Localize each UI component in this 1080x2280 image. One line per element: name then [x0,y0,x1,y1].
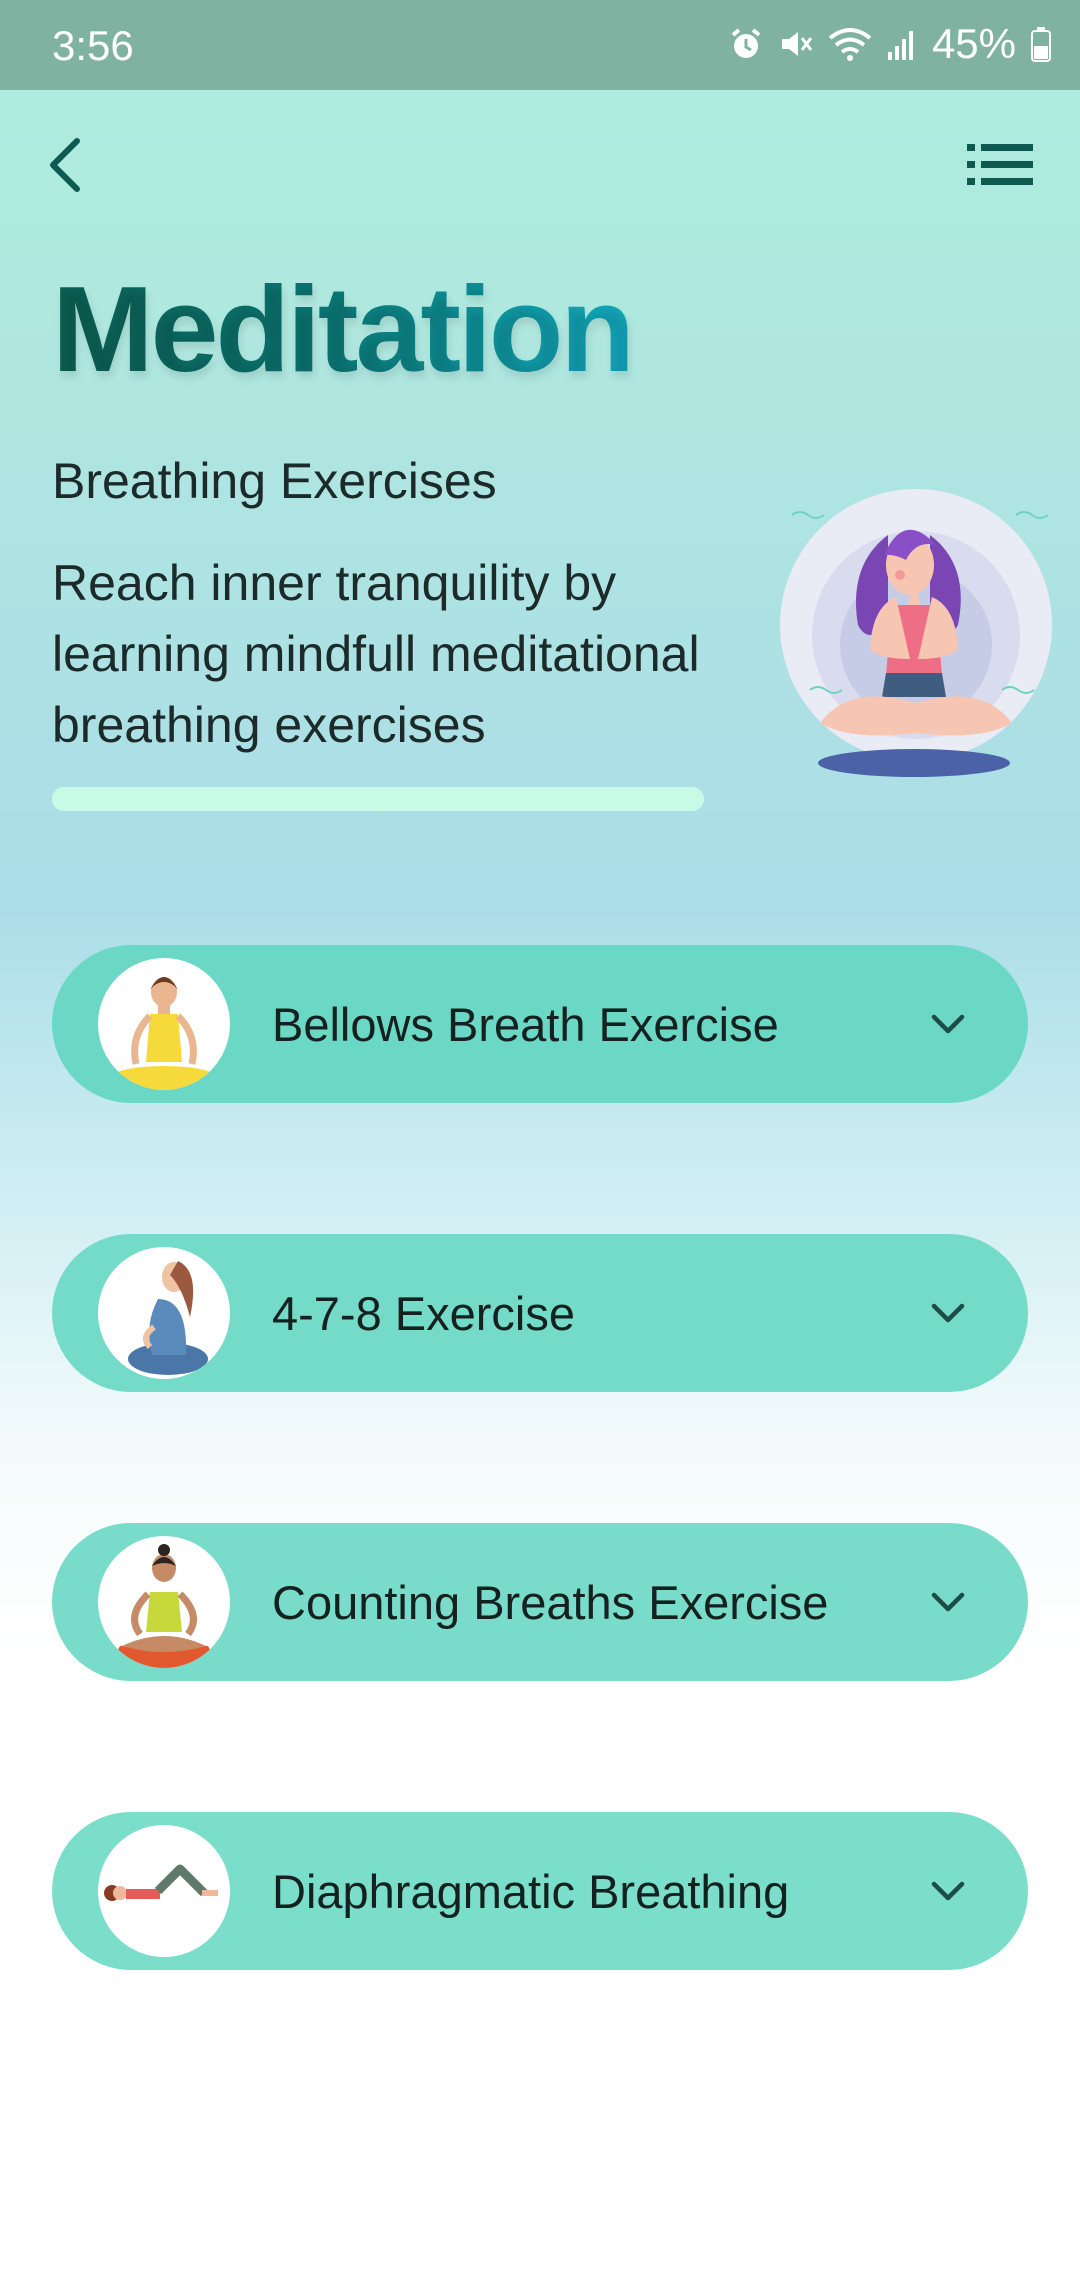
page-description: Reach inner tranquility by learning mind… [52,555,700,753]
exercise-label: Diaphragmatic Breathing [272,1864,790,1918]
chevron-down-icon[interactable] [928,1871,968,1911]
back-button[interactable] [30,125,100,205]
exercise-card-4-7-8[interactable]: 4-7-8 Exercise [52,1234,1028,1392]
chevron-down-icon[interactable] [928,1293,968,1333]
page-title: Meditation [52,261,635,397]
signal-icon [886,26,918,62]
exercise-label: Counting Breaths Exercise [272,1575,829,1629]
exercise-label: 4-7-8 Exercise [272,1286,575,1340]
exercise-card-diaphragmatic-breathing[interactable]: Diaphragmatic Breathing [52,1812,1028,1970]
exercise-card-bellows-breath[interactable]: Bellows Breath Exercise [52,945,1028,1103]
battery-percentage: 45% [931,20,1016,67]
status-icons: 45% [728,20,1052,68]
progress-fill [52,787,704,811]
status-time: 3:56 [52,22,134,69]
status-bar: 3:56 45% [0,0,1080,90]
meditating-woman-illustration [780,485,1052,785]
page-subtitle: Breathing Exercises [52,453,497,509]
lotus-pose-woman-yellow-icon [98,958,230,1090]
mute-icon [778,26,814,62]
menu-button[interactable] [960,130,1040,200]
wifi-icon [828,26,872,62]
chevron-down-icon[interactable] [928,1582,968,1622]
exercise-label: Bellows Breath Exercise [272,997,779,1051]
lying-woman-knees-up-icon [98,1825,230,1957]
chevron-down-icon[interactable] [928,1004,968,1044]
exercise-card-counting-breaths[interactable]: Counting Breaths Exercise [52,1523,1028,1681]
list-menu-icon [967,144,1033,185]
lotus-pose-woman-mat-icon [98,1536,230,1668]
chevron-left-icon [50,138,80,192]
seated-woman-side-view-icon [98,1247,230,1379]
progress-bar [52,787,704,811]
battery-icon [1030,26,1052,62]
alarm-icon [728,26,764,62]
